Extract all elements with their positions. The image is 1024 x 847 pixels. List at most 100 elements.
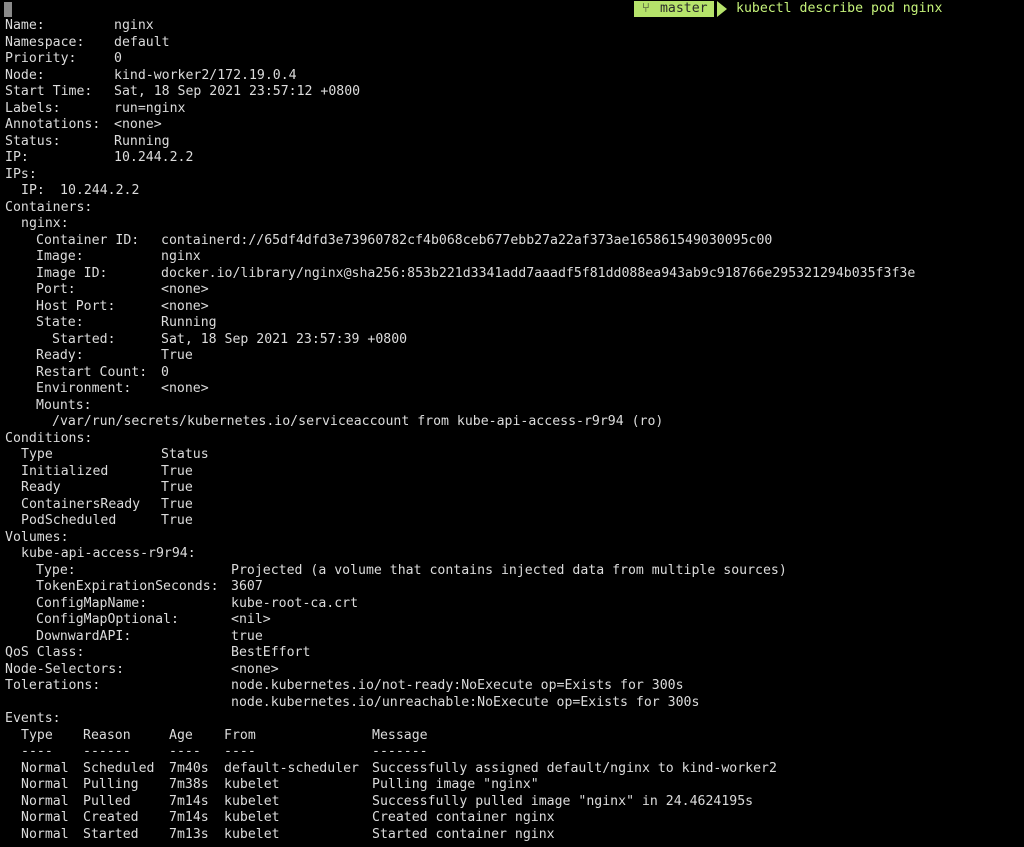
field-label: State: (36, 315, 84, 330)
condition-status: True (161, 480, 193, 495)
field-label: Annotations: (5, 117, 101, 132)
conditions-header: Type Status (5, 447, 915, 464)
event-message: Started container nginx (372, 826, 555, 842)
field-value: 0 (114, 51, 122, 66)
event-type: Normal (21, 826, 69, 842)
conditions-row: ContainersReady True (5, 497, 915, 514)
event-reason: Pulling (83, 777, 139, 792)
condition-type: Ready (21, 480, 61, 495)
field-value: node.kubernetes.io/unreachable:NoExecute… (231, 694, 700, 710)
field-value: <none> (161, 298, 209, 314)
field-value: Sat, 18 Sep 2021 23:57:39 +0800 (161, 331, 408, 347)
field-image: Image: nginx (5, 249, 915, 266)
events-sep-from: ---- (224, 744, 256, 759)
field-value: kube-root-ca.crt (231, 595, 359, 611)
event-from: kubelet (224, 826, 280, 842)
event-age: 7m14s (169, 793, 209, 809)
field-label: Labels: (5, 100, 61, 116)
field-value: Running (114, 133, 170, 149)
event-type: Normal (21, 760, 69, 776)
event-age: 7m14s (169, 810, 209, 825)
field-label: Host Port: (36, 298, 116, 314)
events-sep-message: ------- (372, 744, 428, 759)
field-configmap-optional: ConfigMapOptional: <nil> (5, 612, 915, 629)
event-type: Normal (21, 777, 69, 792)
field-tolerations: Tolerations: node.kubernetes.io/not-ready… (5, 678, 915, 695)
events-header: Type Reason Age From Message (5, 728, 915, 745)
field-value: true (231, 628, 263, 644)
event-message: Successfully pulled image "nginx" in 24.… (372, 793, 754, 809)
section-containers: Containers: (5, 199, 93, 215)
field-ready: Ready: True (5, 348, 915, 365)
field-label: Node: (5, 67, 45, 83)
field-tolerations-cont: node.kubernetes.io/unreachable:NoExecute… (5, 695, 915, 712)
field-label: Container ID: (36, 232, 140, 248)
field-value: <none> (161, 381, 209, 396)
field-image-id: Image ID: docker.io/library/nginx@sha256:… (5, 266, 915, 283)
field-value: docker.io/library/nginx@sha256:853b221d3… (161, 265, 916, 281)
field-label: DownwardAPI: (36, 628, 132, 644)
event-message: Successfully assigned default/nginx to k… (372, 760, 777, 776)
conditions-status-header: Status (161, 447, 209, 462)
field-configmap-name: ConfigMapName: kube-root-ca.crt (5, 596, 915, 613)
events-header-type: Type (21, 727, 53, 743)
field-token-expiration: TokenExpirationSeconds: 3607 (5, 579, 915, 596)
field-volume-type: Type: Projected (a volume that contains i… (5, 563, 915, 580)
command-line: kubectl describe pod nginx (736, 1, 943, 16)
field-priority: Priority: 0 (5, 51, 915, 68)
field-labels: Labels: run=nginx (5, 101, 915, 118)
event-reason: Started (83, 826, 139, 842)
field-value: nginx (114, 18, 154, 33)
field-value: <none> (231, 661, 279, 677)
conditions-row: Ready True (5, 480, 915, 497)
field-label: QoS Class: (5, 645, 85, 660)
event-reason: Pulled (83, 793, 131, 809)
field-annotations: Annotations: <none> (5, 117, 915, 134)
events-header-message: Message (372, 727, 428, 743)
field-value: kind-worker2/172.19.0.4 (114, 67, 297, 83)
field-value: True (161, 348, 193, 363)
events-sep-age: ---- (169, 744, 201, 759)
field-ip: IP: 10.244.2.2 (5, 150, 915, 167)
field-label: Name: (5, 18, 45, 33)
field-start-time: Start Time: Sat, 18 Sep 2021 23:57:12 +08… (5, 84, 915, 101)
field-namespace: Namespace: default (5, 35, 915, 52)
field-qos-class: QoS Class: BestEffort (5, 645, 915, 662)
event-row: Normal Scheduled 7m40s default-scheduler Suc… (5, 761, 915, 778)
event-row: Normal Pulled 7m14s kubelet Successfully pul… (5, 794, 915, 811)
field-value: BestEffort (231, 645, 311, 660)
conditions-type-header: Type (21, 447, 53, 462)
field-environment: Environment: <none> (5, 381, 915, 398)
field-label: Ready: (36, 348, 84, 363)
command-output: Name: nginx Namespace: default Priority: 0 … (5, 18, 915, 843)
section-events: Events: (5, 711, 61, 726)
field-port: Port: <none> (5, 282, 915, 299)
field-label: Restart Count: (36, 364, 148, 380)
event-message: Created container nginx (372, 810, 555, 825)
condition-type: ContainersReady (21, 496, 141, 512)
event-type: Normal (21, 810, 69, 825)
condition-type: Initialized (21, 463, 109, 479)
field-host-port: Host Port: <none> (5, 299, 915, 316)
section-ips: IPs: (5, 166, 37, 182)
field-value: Projected (a volume that contains inject… (231, 562, 787, 578)
field-value: Sat, 18 Sep 2021 23:57:12 +0800 (114, 84, 361, 99)
field-value: 10.244.2.2 (114, 150, 194, 165)
git-branch-segment: ⑂ master (634, 1, 714, 17)
events-header-age: Age (169, 727, 193, 743)
events-sep-reason: ------ (83, 744, 131, 759)
container-name: nginx: (21, 216, 69, 231)
conditions-row: PodScheduled True (5, 513, 915, 530)
field-label: ConfigMapName: (36, 595, 148, 611)
event-from: kubelet (224, 793, 280, 809)
field-label: Node-Selectors: (5, 661, 125, 677)
section-volumes: Volumes: (5, 529, 69, 545)
git-branch-name: master (659, 1, 708, 16)
events-header-from: From (224, 727, 256, 743)
condition-type: PodScheduled (21, 513, 117, 528)
field-downward-api: DownwardAPI: true (5, 629, 915, 646)
conditions-row: Initialized True (5, 464, 915, 481)
field-value: run=nginx (114, 100, 186, 116)
field-label: Started: (52, 331, 116, 347)
field-label: Environment: (36, 381, 132, 396)
